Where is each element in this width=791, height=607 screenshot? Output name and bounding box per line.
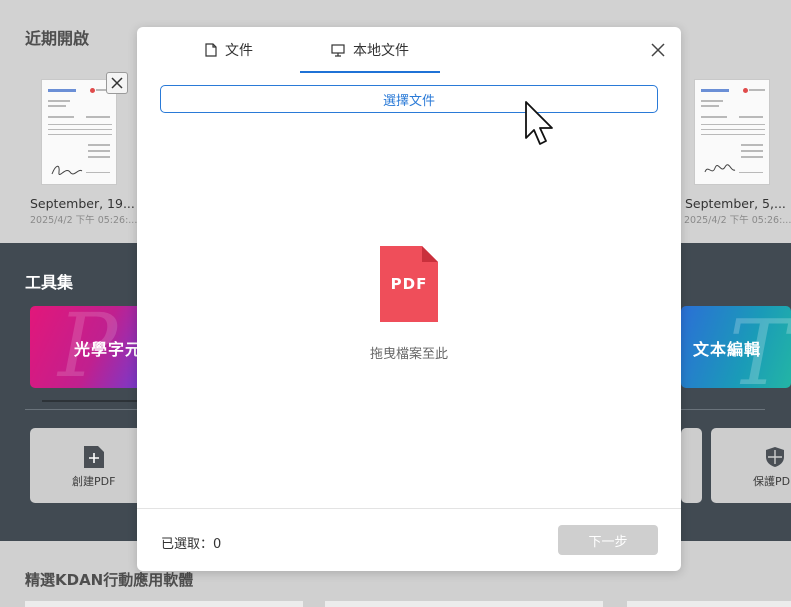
close-icon [651,43,665,57]
remove-recent-button[interactable] [106,72,128,94]
selected-count: 已選取：0 [161,537,222,552]
tool-card-partial[interactable] [681,428,702,503]
ocr-tool-card[interactable]: P 光學字元 [30,306,150,388]
tab-local-files-label: 本地文件 [353,43,409,59]
create-pdf-label: 創建PDF [72,475,116,488]
recent-file-name: September, 19... [30,196,135,211]
footer-divider [137,508,681,509]
active-tab-indicator [300,71,440,73]
recent-file-thumbnail[interactable] [41,79,117,185]
pdf-file-icon: PDF [380,246,438,326]
app-card[interactable] [25,601,303,607]
protect-pdf-card[interactable]: 保護PDF [711,428,791,503]
next-button[interactable]: 下一步 [558,525,658,555]
app-card[interactable] [627,601,791,607]
mouse-cursor-icon [522,100,558,154]
recent-file-date: 2025/4/2 下午 05:26:... [684,215,791,226]
close-icon [111,77,123,89]
ocr-tool-label: 光學字元 [74,340,143,359]
recent-file-name: September, 5,... [685,196,786,211]
choose-file-button[interactable]: 選擇文件 [160,85,658,113]
carousel-indicator [42,400,142,402]
tools-section-title: 工具集 [25,273,74,292]
monitor-icon [331,43,345,57]
protect-pdf-label: 保護PDF [753,475,791,488]
pdf-icon-label: PDF [390,275,428,293]
edit-text-tool-label: 文本編輯 [693,340,762,359]
create-pdf-card[interactable]: 創建PDF [30,428,150,503]
recent-file-date: 2025/4/2 下午 05:26:... [30,215,138,226]
app-card[interactable] [325,601,603,607]
tab-local-files[interactable]: 本地文件 [300,27,440,73]
tab-document[interactable]: 文件 [157,27,301,73]
open-file-dialog: 文件 本地文件 選擇文件 PDF 拖曳檔案至此 已選取：0 下一步 [137,27,681,571]
document-icon [205,43,217,57]
shield-icon [766,447,784,467]
featured-apps-title: 精選KDAN行動應用軟體 [25,571,194,589]
dialog-close-button[interactable] [647,39,669,61]
drop-zone-hint: 拖曳檔案至此 [369,347,448,362]
create-document-icon [84,446,104,468]
recent-section-title: 近期開啟 [25,29,90,48]
recent-file-thumbnail[interactable] [694,79,770,185]
tab-document-label: 文件 [225,43,253,59]
edit-text-tool-card[interactable]: T 文本編輯 [681,306,791,388]
